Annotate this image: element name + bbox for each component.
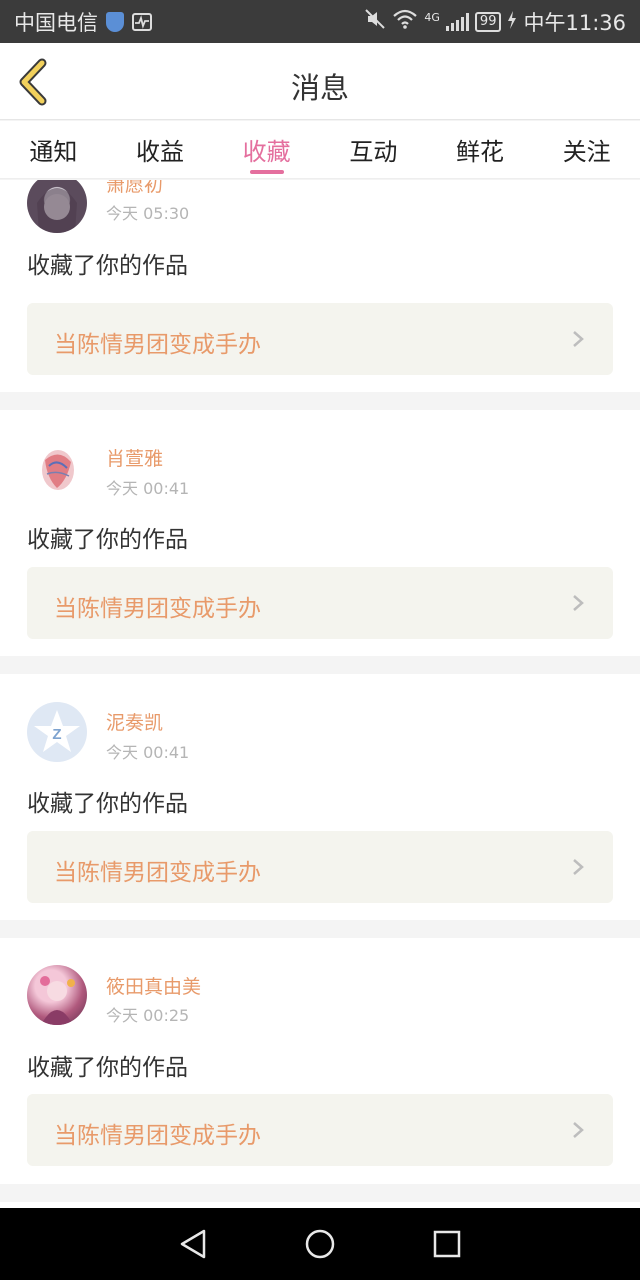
system-nav-bar — [0, 1208, 640, 1280]
work-link[interactable]: 当陈情男团变成手办 — [27, 567, 613, 639]
avatar[interactable] — [27, 180, 87, 233]
list-item: 肖萱雅 今天 00:41 收藏了你的作品 当陈情男团变成手办 — [0, 410, 640, 656]
mute-icon — [364, 8, 386, 35]
tab-earnings[interactable]: 收益 — [107, 121, 214, 178]
clock: 中午11:36 — [523, 10, 626, 35]
username[interactable]: 萧愿初 — [106, 180, 163, 197]
signal-icon — [445, 12, 469, 31]
nav-home-button[interactable] — [302, 1226, 338, 1262]
timestamp: 今天 05:30 — [106, 204, 190, 223]
list-item: Z 泥奏凯 今天 00:41 收藏了你的作品 当陈情男团变成手办 — [0, 674, 640, 920]
battery-icon: 99 — [474, 11, 502, 32]
work-title: 当陈情男团变成手办 — [54, 332, 261, 358]
avatar[interactable] — [27, 440, 87, 500]
message-list[interactable]: 萧愿初 今天 05:30 收藏了你的作品 当陈情男团变成手办 肖萱雅 今天 00… — [0, 180, 640, 1208]
action-text: 收藏了你的作品 — [27, 253, 188, 279]
shield-icon — [106, 11, 124, 32]
status-bar: 中国电信 4G 99 中午11:36 — [0, 0, 640, 43]
carrier-label: 中国电信 — [14, 10, 98, 35]
username[interactable]: 泥奏凯 — [106, 708, 163, 735]
chevron-right-icon — [573, 1122, 584, 1138]
avatar[interactable] — [27, 965, 87, 1025]
page-title: 消息 — [290, 71, 349, 105]
chevron-right-icon — [573, 595, 584, 611]
username[interactable]: 肖萱雅 — [106, 444, 163, 471]
tab-notifications[interactable]: 通知 — [0, 121, 107, 178]
action-text: 收藏了你的作品 — [27, 791, 188, 817]
username[interactable]: 筱田真由美 — [106, 972, 201, 999]
timestamp: 今天 00:41 — [106, 479, 190, 498]
nav-recent-button[interactable] — [429, 1226, 465, 1262]
work-title: 当陈情男团变成手办 — [54, 1123, 261, 1149]
chevron-right-icon — [573, 331, 584, 347]
list-item: 筱田真由美 今天 00:25 收藏了你的作品 当陈情男团变成手办 — [0, 938, 640, 1184]
avatar[interactable]: Z — [27, 702, 87, 762]
tab-bar: 通知 收益 收藏 互动 鲜花 关注 — [0, 121, 640, 179]
action-text: 收藏了你的作品 — [27, 527, 188, 553]
square-recent-icon — [433, 1230, 460, 1258]
tab-flowers[interactable]: 鲜花 — [427, 121, 534, 178]
triangle-back-icon — [181, 1229, 206, 1259]
nav-back-button[interactable] — [175, 1226, 211, 1262]
action-text: 收藏了你的作品 — [27, 1055, 188, 1081]
work-link[interactable]: 当陈情男团变成手办 — [27, 831, 613, 903]
chevron-right-icon — [573, 859, 584, 875]
tab-following[interactable]: 关注 — [533, 121, 640, 178]
tab-favorites[interactable]: 收藏 — [213, 121, 320, 178]
app-header: 消息 — [0, 43, 640, 120]
activity-icon — [132, 12, 152, 31]
timestamp: 今天 00:25 — [106, 1006, 190, 1025]
list-item: 萧愿初 今天 05:30 收藏了你的作品 当陈情男团变成手办 — [0, 180, 640, 392]
charging-icon — [507, 10, 517, 34]
tab-interactions[interactable]: 互动 — [320, 121, 427, 178]
timestamp: 今天 00:41 — [106, 743, 190, 762]
circle-home-icon — [305, 1229, 335, 1259]
wifi-icon — [392, 8, 418, 35]
network-type: 4G — [424, 10, 440, 24]
work-title: 当陈情男团变成手办 — [54, 596, 261, 622]
work-title: 当陈情男团变成手办 — [54, 860, 261, 886]
svg-text:Z: Z — [52, 726, 61, 743]
work-link[interactable]: 当陈情男团变成手办 — [27, 303, 613, 375]
work-link[interactable]: 当陈情男团变成手办 — [27, 1094, 613, 1166]
